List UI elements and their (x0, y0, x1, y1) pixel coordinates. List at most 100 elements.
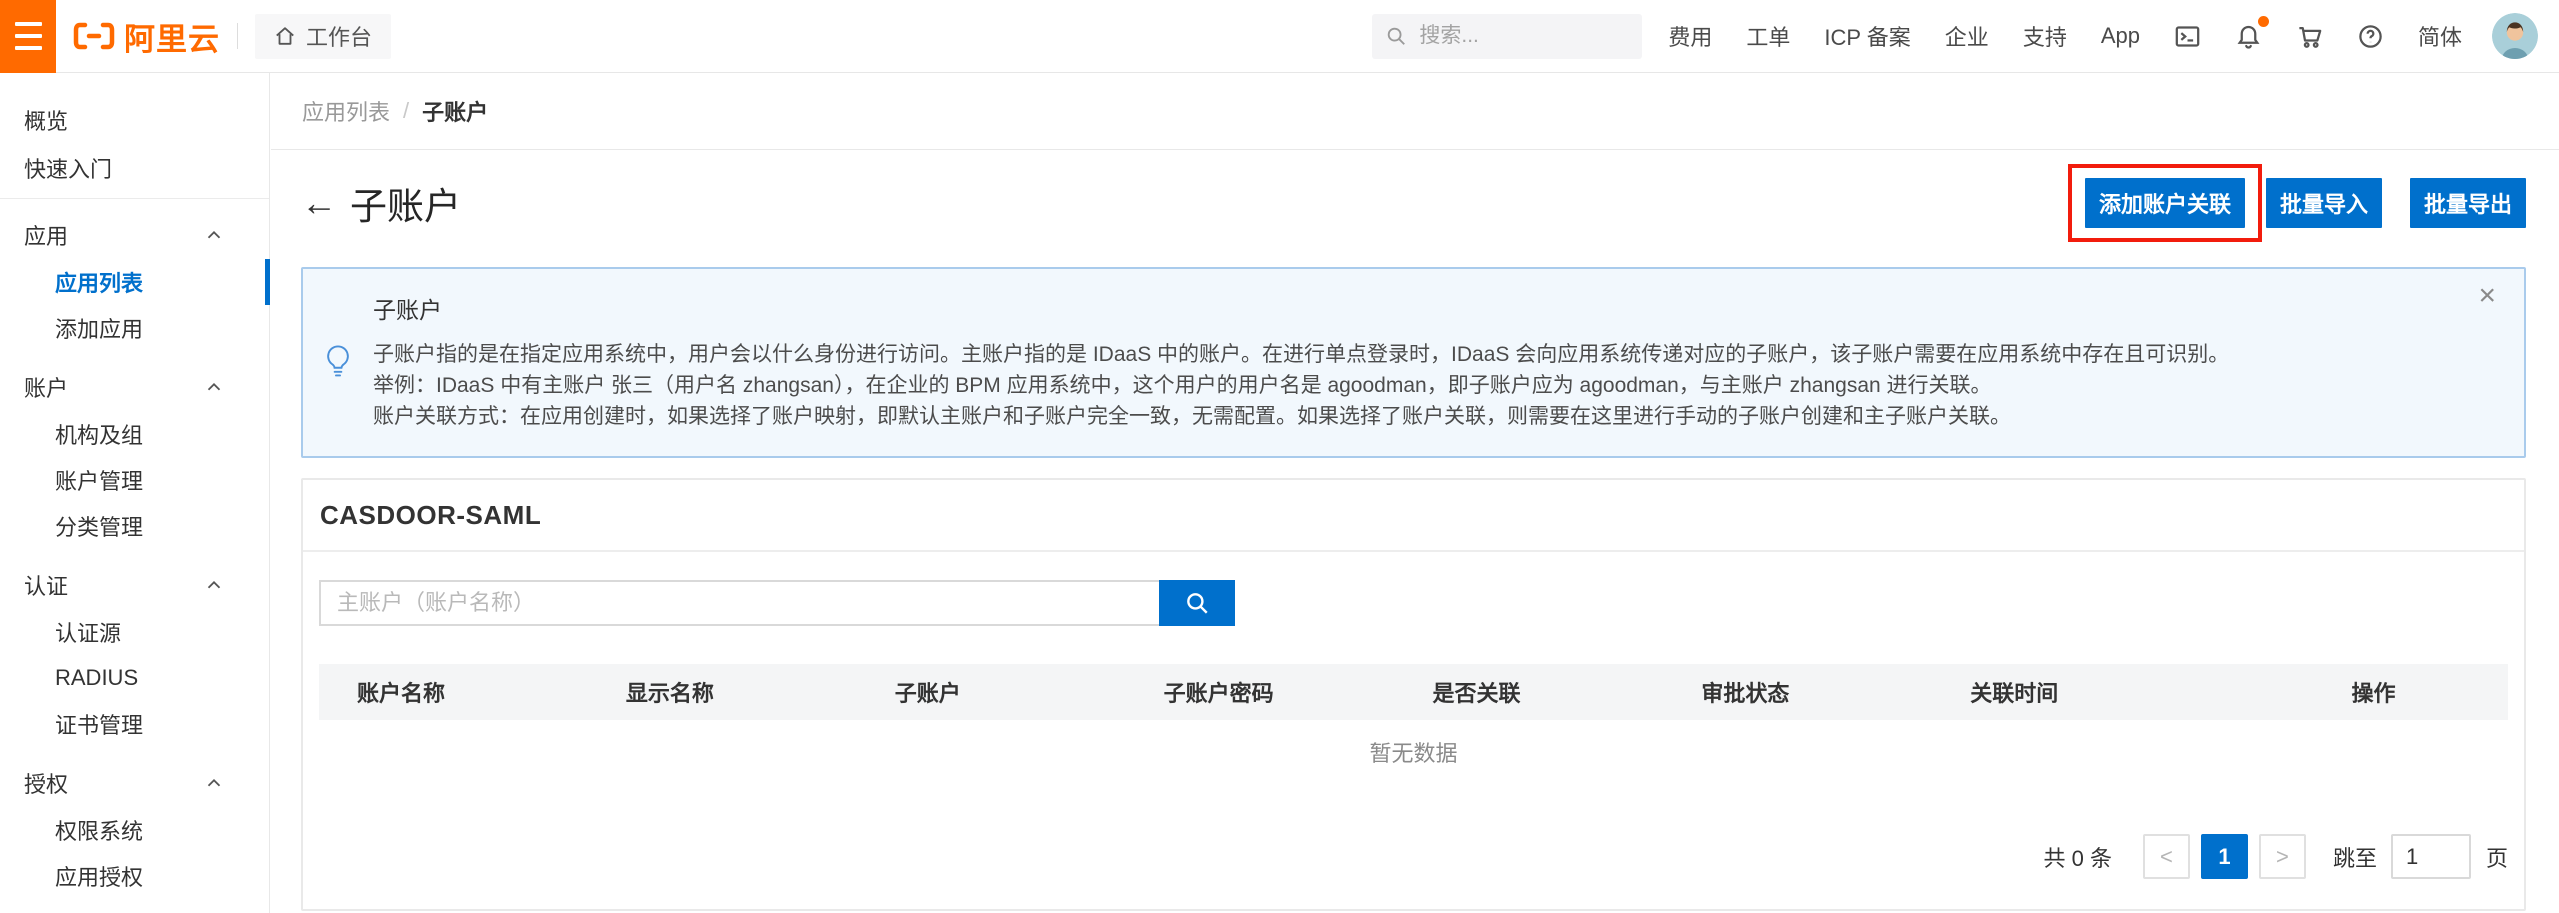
primary-account-search-input[interactable] (319, 580, 1159, 626)
workbench-button[interactable]: 工作台 (255, 14, 391, 59)
breadcrumb-parent-link[interactable]: 应用列表 (302, 95, 390, 127)
menu-item-support[interactable]: 支持 (2023, 20, 2067, 52)
sidebar-item-label: 权限系统 (55, 814, 143, 846)
sidebar-item-label: 账户管理 (55, 464, 143, 496)
sidebar-item-permission-systems[interactable]: 权限系统 (0, 807, 269, 853)
sidebar-item-account-management[interactable]: 账户管理 (0, 457, 269, 503)
sidebar-section-label: 授权 (24, 767, 68, 799)
menu-item-icp[interactable]: ICP 备案 (1824, 20, 1910, 52)
aliyun-logo-text: 阿里云 (124, 14, 220, 59)
menu-item-billing[interactable]: 费用 (1668, 20, 1712, 52)
column-header-actions: 操作 (2239, 676, 2508, 708)
sidebar-item-label: 认证源 (55, 616, 121, 648)
sidebar-item-label: 概览 (24, 104, 68, 136)
prev-page-button[interactable]: < (2143, 834, 2190, 879)
aliyun-logo-icon (73, 22, 115, 50)
column-header-display-name: 显示名称 (626, 676, 895, 708)
sidebar-item-application-authorization[interactable]: 应用授权 (0, 853, 269, 899)
chevron-up-icon (203, 224, 225, 246)
next-page-button[interactable]: > (2259, 834, 2306, 879)
menu-item-app[interactable]: App (2101, 23, 2140, 49)
batch-export-button[interactable]: 批量导出 (2410, 178, 2526, 228)
sidebar-section-label: 认证 (24, 569, 68, 601)
cart-icon[interactable] (2296, 23, 2323, 50)
batch-import-button[interactable]: 批量导入 (2266, 178, 2382, 228)
language-selector[interactable]: 简体 (2418, 20, 2462, 52)
notification-badge-dot (2258, 16, 2269, 27)
column-header-subaccount: 子账户 (895, 676, 1164, 708)
notifications-bell-icon[interactable] (2235, 23, 2262, 50)
breadcrumb: 应用列表 / 子账户 (271, 73, 2559, 150)
home-icon (274, 25, 296, 47)
global-search-input[interactable] (1417, 23, 1629, 49)
help-icon[interactable] (2357, 23, 2384, 50)
search-icon (1184, 590, 1210, 616)
sidebar-divider (0, 198, 269, 199)
user-avatar[interactable] (2492, 13, 2538, 59)
column-header-account-name: 账户名称 (357, 676, 626, 708)
navbar-divider (237, 23, 238, 49)
page-title-row: ← 子账户 添加账户关联 批量导入 批量导出 (301, 178, 2526, 228)
menu-item-enterprise[interactable]: 企业 (1945, 20, 1989, 52)
sidebar-section-application[interactable]: 应用 (0, 211, 269, 259)
search-button[interactable] (1159, 580, 1235, 626)
column-header-link-time: 关联时间 (1970, 676, 2239, 708)
hamburger-menu-icon[interactable] (0, 0, 56, 73)
pagination: 共 0 条 < 1 > 跳至 页 (319, 834, 2508, 879)
sidebar-item-application-list[interactable]: 应用列表 (0, 259, 269, 305)
main-content: 应用列表 / 子账户 ← 子账户 添加账户关联 批量导入 批量导出 (271, 73, 2559, 913)
column-header-subaccount-password: 子账户密码 (1164, 676, 1433, 708)
sidebar-section-authorization[interactable]: 授权 (0, 759, 269, 807)
title-action-buttons: 添加账户关联 批量导入 批量导出 (2068, 164, 2526, 242)
back-arrow-icon[interactable]: ← (301, 185, 337, 221)
sidebar-item-label: 机构及组 (55, 418, 143, 450)
chevron-up-icon (203, 376, 225, 398)
sidebar-item-label: 分类管理 (55, 510, 143, 542)
global-search (1372, 14, 1642, 59)
page-unit-label: 页 (2486, 841, 2508, 873)
info-banner-text: 子账户 子账户指的是在指定应用系统中，用户会以什么身份进行访问。主账户指的是 I… (373, 291, 2464, 432)
sidebar-item-label: 添加应用 (55, 312, 143, 344)
total-count: 共 0 条 (2044, 841, 2112, 873)
account-search (319, 580, 2508, 626)
page-jump-input[interactable] (2391, 834, 2471, 879)
sidebar-item-quickstart[interactable]: 快速入门 (0, 144, 269, 192)
sidebar-item-radius[interactable]: RADIUS (0, 655, 269, 701)
sidebar-item-certificate-management[interactable]: 证书管理 (0, 701, 269, 747)
sidebar-item-category-management[interactable]: 分类管理 (0, 503, 269, 549)
cloudshell-terminal-icon[interactable] (2174, 23, 2201, 50)
sidebar-item-label: 应用列表 (55, 266, 143, 298)
sidebar-item-auth-sources[interactable]: 认证源 (0, 609, 269, 655)
close-icon[interactable]: × (2478, 281, 2496, 311)
jump-to-label: 跳至 (2333, 841, 2377, 873)
page-1-button[interactable]: 1 (2201, 834, 2248, 879)
info-line-1: 子账户指的是在指定应用系统中，用户会以什么身份进行访问。主账户指的是 IDaaS… (373, 339, 2464, 370)
sidebar-item-org-groups[interactable]: 机构及组 (0, 411, 269, 457)
sidebar: 概览 快速入门 应用 应用列表 添加应用 账户 机构及组 账户管理 分类管理 认… (0, 73, 270, 913)
sidebar-section-account[interactable]: 账户 (0, 363, 269, 411)
sidebar-section-label: 账户 (24, 371, 68, 403)
aliyun-logo[interactable]: 阿里云 (73, 14, 220, 59)
chevron-up-icon (203, 574, 225, 596)
column-header-linked: 是否关联 (1433, 676, 1702, 708)
sidebar-item-label: RADIUS (55, 665, 138, 691)
empty-state-text: 暂无数据 (1369, 736, 1457, 768)
annotation-red-box: 添加账户关联 (2068, 164, 2262, 242)
sidebar-item-add-application[interactable]: 添加应用 (0, 305, 269, 351)
navbar-menu: 费用 工单 ICP 备案 企业 支持 App (1668, 20, 2462, 52)
lightbulb-icon (303, 344, 373, 380)
info-banner-title: 子账户 (373, 291, 2464, 325)
search-icon (1385, 25, 1407, 47)
chevron-up-icon (203, 772, 225, 794)
sidebar-section-label: 应用 (24, 219, 68, 251)
sidebar-item-overview[interactable]: 概览 (0, 96, 269, 144)
info-line-3: 账户关联方式：在应用创建时，如果选择了账户映射，即默认主账户和子账户完全一致，无… (373, 401, 2464, 432)
add-account-link-button[interactable]: 添加账户关联 (2085, 178, 2245, 228)
menu-item-tickets[interactable]: 工单 (1746, 20, 1790, 52)
breadcrumb-separator: / (403, 98, 409, 124)
workbench-label: 工作台 (306, 20, 372, 52)
sidebar-section-authentication[interactable]: 认证 (0, 561, 269, 609)
page-title: 子账户 (350, 176, 461, 230)
sidebar-item-label: 应用授权 (55, 860, 143, 892)
card-header: CASDOOR-SAML (303, 480, 2524, 552)
